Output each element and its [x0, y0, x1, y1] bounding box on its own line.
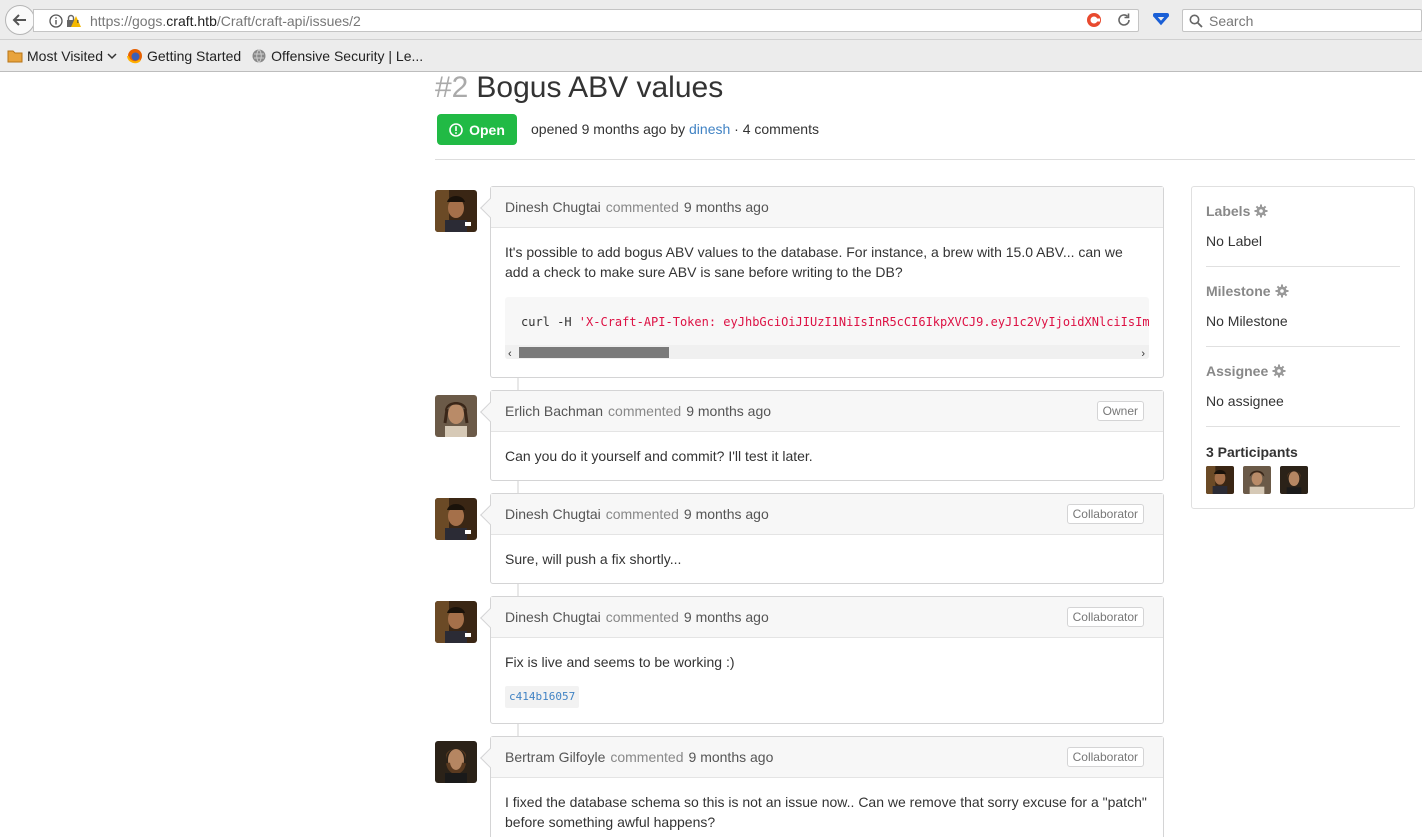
comment: Erlich Bachman commented 9 months ago Ow… — [480, 390, 1164, 481]
browser-toolbar: https://gogs.craft.htb/Craft/craft-api/i… — [0, 0, 1422, 40]
comment-body: It's possible to add bogus ABV values to… — [491, 228, 1163, 373]
search-placeholder: Search — [1209, 12, 1254, 29]
comment-header: Dinesh Chugtai commented 9 months ago — [480, 187, 1163, 228]
comment-header: Dinesh Chugtai commented 9 months ago Co… — [480, 494, 1163, 535]
reload-icon[interactable] — [1116, 12, 1132, 28]
code-block[interactable]: curl -H 'X-Craft-API-Token: eyJhbGciOiJI… — [505, 297, 1149, 359]
insecure-lock-icon[interactable] — [66, 14, 82, 28]
comment: Bertram Gilfoyle commented 9 months ago … — [480, 736, 1164, 837]
comment-header: Dinesh Chugtai commented 9 months ago Co… — [480, 597, 1163, 638]
extension-icon[interactable] — [1086, 12, 1102, 28]
comment-body: Sure, will push a fix shortly... — [505, 551, 682, 567]
comment-body: Fix is live and seems to be working :) c… — [491, 638, 1163, 722]
role-badge: Owner — [1096, 401, 1144, 421]
avatar[interactable] — [435, 190, 477, 232]
chevron-down-icon — [107, 52, 117, 59]
comment: Dinesh Chugtai commented 9 months ago It… — [480, 186, 1164, 378]
issue-status-badge: Open — [437, 114, 517, 145]
milestone-menu[interactable]: Milestone — [1206, 283, 1400, 299]
comment-author[interactable]: Erlich Bachman — [505, 403, 603, 419]
issue-sidebar: Labels No Label Milestone No Milestone A… — [1191, 186, 1415, 509]
role-badge: Collaborator — [1066, 747, 1144, 767]
scrollbar-thumb[interactable] — [519, 347, 669, 358]
milestone-section: Milestone No Milestone — [1206, 267, 1400, 347]
folder-icon — [7, 50, 23, 62]
commit-sha-link[interactable]: c414b16057 — [505, 686, 580, 708]
back-button[interactable] — [5, 5, 35, 35]
issue-title: #2 Bogus ABV values — [435, 73, 723, 105]
header-divider — [435, 159, 1415, 160]
url-bar[interactable]: https://gogs.craft.htb/Craft/craft-api/i… — [33, 9, 1139, 32]
labels-value: No Label — [1206, 233, 1263, 249]
participant-avatar[interactable] — [1243, 466, 1271, 494]
issue-meta: opened 9 months ago by dinesh · 4 commen… — [531, 121, 819, 137]
search-icon — [1189, 14, 1203, 28]
horizontal-scrollbar[interactable]: ‹ › — [505, 345, 1149, 359]
comment-time[interactable]: 9 months ago — [684, 506, 769, 522]
alert-circle-icon — [449, 122, 463, 137]
firefox-icon — [127, 48, 142, 63]
role-badge: Collaborator — [1066, 607, 1144, 627]
comment-author[interactable]: Dinesh Chugtai — [505, 609, 601, 625]
bookmark-getting-started[interactable]: Getting Started — [127, 48, 241, 64]
pocket-icon[interactable] — [1152, 11, 1170, 27]
comment-time[interactable]: 9 months ago — [684, 609, 769, 625]
participant-avatar[interactable] — [1206, 466, 1234, 494]
issue-number: #2 — [435, 73, 469, 104]
assignee-value: No assignee — [1206, 393, 1284, 409]
gear-icon — [1272, 364, 1286, 378]
comment-header: Erlich Bachman commented 9 months ago Ow… — [480, 391, 1163, 432]
avatar[interactable] — [435, 395, 477, 437]
participant-avatar[interactable] — [1280, 466, 1308, 494]
comment-author[interactable]: Dinesh Chugtai — [505, 506, 601, 522]
bookmark-offensive-security[interactable]: Offensive Security | Le... — [251, 48, 423, 64]
comment-time[interactable]: 9 months ago — [684, 199, 769, 215]
participants-heading: 3 Participants — [1206, 444, 1298, 460]
arrow-left-icon — [12, 14, 26, 26]
comment-author[interactable]: Dinesh Chugtai — [505, 199, 601, 215]
info-icon[interactable] — [49, 13, 63, 28]
comment-body: Can you do it yourself and commit? I'll … — [505, 448, 813, 464]
comment-body: I fixed the database schema so this is n… — [505, 794, 1147, 830]
labels-menu[interactable]: Labels — [1206, 203, 1400, 219]
avatar[interactable] — [435, 741, 477, 783]
assignee-section: Assignee No assignee — [1206, 347, 1400, 427]
bookmark-most-visited[interactable]: Most Visited — [7, 48, 117, 64]
assignee-menu[interactable]: Assignee — [1206, 363, 1400, 379]
gear-icon — [1254, 204, 1268, 218]
comment-author[interactable]: Bertram Gilfoyle — [505, 749, 605, 765]
url-text: https://gogs.craft.htb/Craft/craft-api/i… — [90, 12, 361, 29]
issue-title-text: Bogus ABV values — [476, 73, 724, 104]
labels-section: Labels No Label — [1206, 187, 1400, 267]
comment-time[interactable]: 9 months ago — [689, 749, 774, 765]
search-bar[interactable]: Search — [1182, 9, 1422, 32]
avatar[interactable] — [435, 498, 477, 540]
milestone-value: No Milestone — [1206, 313, 1288, 329]
comment: Dinesh Chugtai commented 9 months ago Co… — [480, 596, 1164, 724]
page-content: #2 Bogus ABV values Open opened 9 months … — [0, 73, 1422, 837]
participants-list — [1206, 466, 1400, 494]
scroll-left-icon[interactable]: ‹ — [508, 344, 512, 359]
gear-icon — [1275, 284, 1289, 298]
globe-icon — [252, 48, 266, 63]
avatar[interactable] — [435, 601, 477, 643]
issue-author-link[interactable]: dinesh — [689, 121, 730, 137]
role-badge: Collaborator — [1066, 504, 1144, 524]
comment-header: Bertram Gilfoyle commented 9 months ago … — [480, 737, 1163, 778]
comment: Dinesh Chugtai commented 9 months ago Co… — [480, 493, 1164, 584]
bookmarks-bar: Most Visited Getting Started Offensive S… — [0, 40, 1422, 72]
scroll-right-icon[interactable]: › — [1141, 344, 1145, 359]
comment-time[interactable]: 9 months ago — [686, 403, 771, 419]
